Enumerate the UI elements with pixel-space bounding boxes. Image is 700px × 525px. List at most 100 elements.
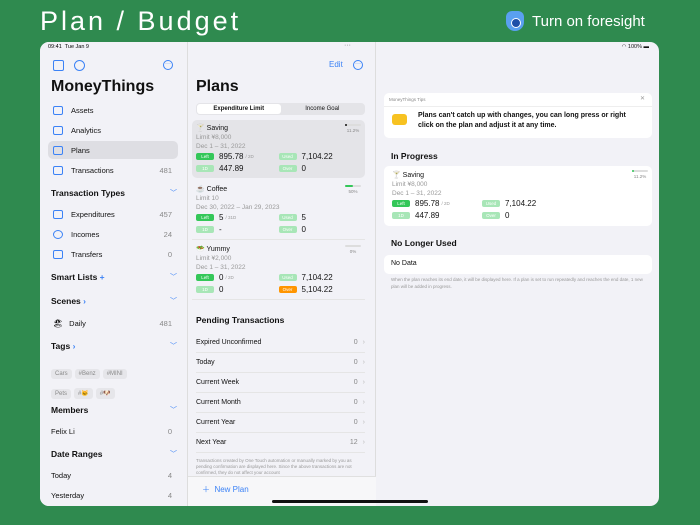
plan-emoji-icon: 🍸 <box>196 125 205 132</box>
beach-icon: 🏖 <box>53 318 64 328</box>
sidebar-item-today[interactable]: Today 4 <box>48 466 178 484</box>
chevron-down-icon[interactable]: ﹀ <box>170 188 177 198</box>
chevron-right-icon[interactable]: › <box>83 296 86 306</box>
foresight-button[interactable]: Turn on foresight <box>506 11 645 31</box>
over-value: 0 <box>301 164 306 173</box>
label: Scenes <box>51 296 81 306</box>
section-scenes[interactable]: Scenes › ﹀ <box>51 296 177 306</box>
sidebar-item-transactions[interactable]: Transactions 481 <box>48 161 178 179</box>
section-tags[interactable]: Tags › ﹀ <box>51 341 177 351</box>
home-indicator[interactable] <box>272 500 428 503</box>
message-icon <box>392 114 407 125</box>
label: Analytics <box>71 125 102 135</box>
edit-button[interactable]: Edit <box>329 60 343 69</box>
progress-fill <box>632 170 634 172</box>
sidebar-item-expenditures[interactable]: Expenditures 457 <box>48 205 178 223</box>
more-icon[interactable]: ··· <box>163 60 173 70</box>
sidebar-item-incomes[interactable]: Incomes 24 <box>48 225 178 243</box>
progress-bar <box>632 170 648 172</box>
plan-card[interactable]: 🥗 Yummy Limit ¥2,000 Dec 1 – 31, 2022 Le… <box>192 241 365 300</box>
count: 0 <box>167 249 172 259</box>
count: 0 <box>353 359 358 366</box>
section-date-ranges[interactable]: Date Ranges ﹀ <box>51 449 177 459</box>
plan-card[interactable]: ☕ Coffee Limit 10 Dec 30, 2022 – Jan 29,… <box>192 181 365 240</box>
over-badge: Over <box>482 212 500 219</box>
tag[interactable]: #Benz <box>74 369 100 379</box>
tag[interactable]: #MINI <box>102 369 127 379</box>
tips-text: Plans can't catch up with changes, you c… <box>418 112 626 129</box>
chevron-right-icon[interactable]: › <box>73 341 76 351</box>
over-value: 0 <box>301 225 306 234</box>
hand-eye-icon <box>506 11 524 31</box>
tag[interactable]: #🐱 <box>74 388 93 399</box>
section-members[interactable]: Members ﹀ <box>51 405 177 415</box>
more-icon[interactable]: ··· <box>353 60 363 70</box>
section-smart-lists[interactable]: Smart Lists + ﹀ <box>51 272 177 282</box>
label: Current Week <box>196 379 240 386</box>
per-day-value: 447.89 <box>219 164 244 173</box>
tab-income-goal[interactable]: Income Goal <box>281 104 365 114</box>
progress-bar <box>345 124 361 126</box>
used-value: 7,104.22 <box>301 152 333 161</box>
gear-icon[interactable] <box>74 60 85 71</box>
left-badge: Left <box>196 274 214 281</box>
sidebar-item-yesterday[interactable]: Yesterday 4 <box>48 486 178 504</box>
sidebar-item-member[interactable]: Felix Li 0 <box>48 422 178 440</box>
plan-emoji-icon: 🥗 <box>196 246 205 253</box>
per-day-badge: 1D <box>196 165 214 172</box>
plus-icon: ＋ <box>202 485 210 494</box>
section-transaction-types[interactable]: Transaction Types ﹀ <box>51 188 177 198</box>
left-unit: / 2D <box>225 275 234 280</box>
pending-row[interactable]: Next Year 12 › <box>196 433 365 453</box>
label: Expenditures <box>71 209 115 219</box>
sidebar-item-daily[interactable]: 🏖 Daily 481 <box>48 314 178 332</box>
progress-bar <box>345 245 361 247</box>
pending-row[interactable]: Today 0 › <box>196 353 365 373</box>
tag[interactable]: Pets <box>51 389 72 399</box>
plan-progress: 50% <box>345 185 361 194</box>
sidebar-item-transfers[interactable]: Transfers 0 <box>48 245 178 263</box>
sidebar-item-analytics[interactable]: Analytics <box>48 121 178 139</box>
close-icon[interactable]: ✕ <box>640 95 645 102</box>
count: 4 <box>167 470 172 480</box>
chevron-down-icon[interactable]: ﹀ <box>170 296 177 306</box>
chevron-down-icon[interactable]: ﹀ <box>170 272 177 282</box>
tag[interactable]: #🐶 <box>95 388 115 399</box>
plan-limit: Limit ¥8,000 <box>392 181 428 188</box>
label: Date Ranges <box>51 449 103 459</box>
used-badge: Used <box>278 274 297 281</box>
count: 24 <box>163 229 172 239</box>
plan-limit: Limit ¥8,000 <box>196 134 232 141</box>
chevron-down-icon[interactable]: ﹀ <box>170 341 177 351</box>
pending-row[interactable]: Current Week 0 › <box>196 373 365 393</box>
chevron-down-icon[interactable]: ﹀ <box>170 405 177 415</box>
plan-card[interactable]: 🍸 Saving Limit ¥8,000 Dec 1 – 31, 2022 L… <box>192 120 365 178</box>
count: 0 <box>353 379 358 386</box>
detail-pane: ◠ 100% ▬ MoneyThings Tips ✕ Plans can't … <box>377 42 659 506</box>
sidebar-item-assets[interactable]: Assets <box>48 101 178 119</box>
per-day-value: 447.89 <box>415 211 440 220</box>
plan-dates: Dec 1 – 31, 2022 <box>196 264 246 271</box>
tab-expenditure-limit[interactable]: Expenditure Limit <box>197 104 281 114</box>
count: 0 <box>167 426 172 436</box>
multitask-dots-icon[interactable]: ··· <box>344 42 351 49</box>
app-title: MoneyThings <box>51 78 155 95</box>
sidebar-item-plans[interactable]: Plans <box>48 141 178 159</box>
in-progress-card[interactable]: 🍸 Saving Limit ¥8,000 Dec 1 – 31, 2022 L… <box>384 166 652 226</box>
pending-row[interactable]: Expired Unconfirmed 0 › <box>196 333 365 353</box>
per-day-value: 0 <box>219 285 224 294</box>
pending-row[interactable]: Current Year 0 › <box>196 413 365 433</box>
tag[interactable]: Cars <box>51 369 72 379</box>
pending-footnote: Transactions created by One Touch automa… <box>196 458 352 475</box>
sidebar-toggle-icon[interactable] <box>53 60 64 71</box>
status-battery: ◠ 100% ▬ <box>621 44 649 50</box>
label: Yesterday <box>51 490 85 500</box>
pending-row[interactable]: Current Month 0 › <box>196 393 365 413</box>
page-title: Plans <box>196 78 239 95</box>
add-icon[interactable]: + <box>100 272 105 282</box>
label: Members <box>51 405 89 415</box>
per-day-value: - <box>219 225 222 234</box>
chevron-down-icon[interactable]: ﹀ <box>170 449 177 459</box>
over-badge: Over <box>278 165 297 172</box>
transfer-arrows-icon <box>53 249 63 259</box>
